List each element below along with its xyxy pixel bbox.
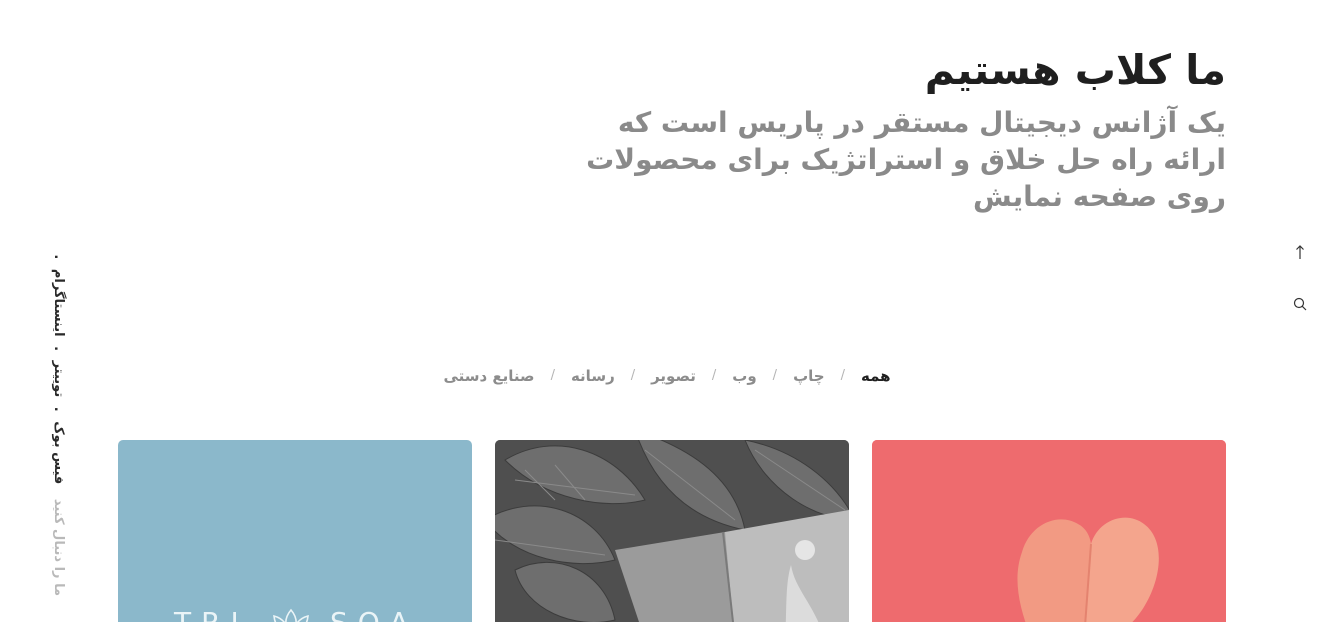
arrow-up-icon[interactable] [1293, 244, 1307, 260]
trisoa-logo-image: TRI SOA [173, 606, 418, 622]
dot-separator: . [51, 254, 66, 260]
side-tools [1293, 244, 1307, 312]
dot-separator: . [51, 406, 66, 412]
hero-title: ما کلاب هستیم [924, 46, 1226, 94]
social-facebook-link[interactable]: فیس بوک [51, 421, 66, 484]
paper-heart-image [872, 440, 1226, 622]
portfolio-card-heart[interactable] [872, 440, 1226, 622]
filter-separator: / [840, 368, 845, 383]
portfolio-card-trisoa[interactable]: TRI SOA [118, 440, 472, 622]
portfolio-grid: TRI SOA [118, 440, 1226, 622]
hero: ما کلاب هستیم یک آژانس دیجیتال مستقر در … [586, 44, 1226, 215]
filter-media[interactable]: رسانه [571, 367, 615, 385]
social-links: ما را دنبال کنید فیس بوک . توییتر . اینس… [48, 254, 68, 596]
filter-image[interactable]: تصویر [651, 367, 696, 385]
filter-crafts[interactable]: صنایع دستی [443, 367, 534, 385]
svg-text:TRI: TRI [173, 606, 249, 622]
follow-label: ما را دنبال کنید [51, 498, 66, 596]
portfolio-card-magazine[interactable] [495, 440, 849, 622]
filter-separator: / [772, 368, 778, 383]
page: ما کلاب هستیم یک آژانس دیجیتال مستقر در … [0, 0, 1344, 622]
filter-separator: / [711, 368, 717, 383]
filter-separator: / [550, 368, 555, 383]
social-instagram-link[interactable]: اینستاگرام [51, 269, 66, 337]
svg-text:SOA: SOA [330, 606, 418, 622]
filter-web[interactable]: وب [732, 367, 756, 385]
portfolio-filters: همه / چاپ / وب / تصویر / رسانه / صنایع د… [0, 366, 1344, 386]
search-icon[interactable] [1293, 296, 1307, 312]
hero-subtitle: یک آژانس دیجیتال مستقر در پاریس است که ا… [586, 106, 1226, 213]
dot-separator: . [51, 346, 66, 352]
filter-all[interactable]: همه [861, 367, 891, 385]
filter-print[interactable]: چاپ [793, 367, 825, 385]
filter-separator: / [630, 368, 636, 383]
magazine-leaves-image [495, 440, 849, 622]
